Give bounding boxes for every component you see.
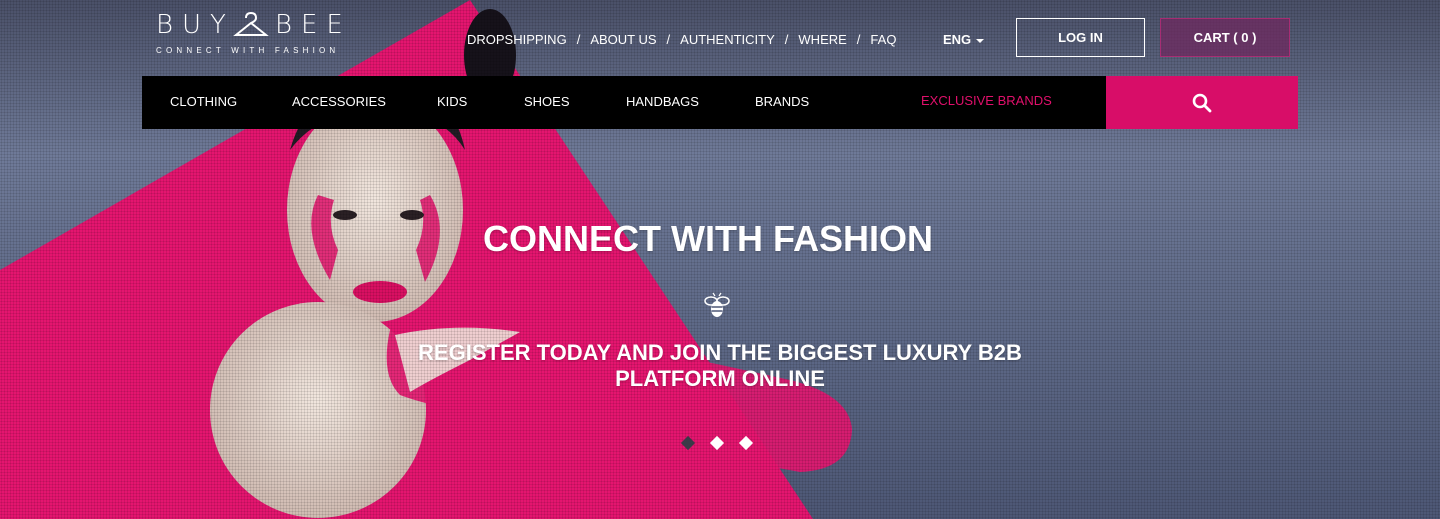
chevron-down-icon <box>976 38 985 43</box>
model-lips <box>353 281 407 303</box>
model-eye-right <box>400 210 424 220</box>
logo-tagline: CONNECT WITH FASHION <box>156 46 340 55</box>
language-label: ENG <box>943 32 972 47</box>
carousel-dots <box>680 435 754 451</box>
top-link-faq[interactable]: FAQ <box>870 32 896 47</box>
nav-item-kids[interactable]: KIDS <box>437 94 467 109</box>
search-button[interactable] <box>1106 76 1298 129</box>
link-separator: / <box>666 32 671 47</box>
carousel-dot-3[interactable] <box>738 435 754 451</box>
nav-item-brands[interactable]: BRANDS <box>755 94 809 109</box>
link-separator: / <box>576 32 581 47</box>
site-logo[interactable]: BUY BEE CONNECT WITH FASHION <box>156 10 376 55</box>
nav-item-clothing[interactable]: CLOTHING <box>170 94 237 109</box>
login-button[interactable]: LOG IN <box>1016 18 1145 57</box>
category-nav: CLOTHING ACCESSORIES KIDS SHOES HANDBAGS… <box>142 76 1106 129</box>
nav-item-shoes[interactable]: SHOES <box>524 94 570 109</box>
hero-title: CONNECT WITH FASHION <box>483 218 933 259</box>
top-link-about-us[interactable]: ABOUT US <box>590 32 656 47</box>
nav-item-handbags[interactable]: HANDBAGS <box>626 94 699 109</box>
search-icon <box>1192 93 1212 112</box>
carousel-dot-1[interactable] <box>680 435 696 451</box>
hanger-icon <box>233 11 269 36</box>
top-link-authenticity[interactable]: AUTHENTICITY <box>680 32 775 47</box>
nav-item-accessories[interactable]: ACCESSORIES <box>292 94 386 109</box>
model-eye-left <box>333 210 357 220</box>
logo-right-text: BEE <box>274 10 352 40</box>
cart-button[interactable]: CART ( 0 ) <box>1160 18 1290 57</box>
language-selector[interactable]: ENG <box>943 32 985 47</box>
link-separator: / <box>856 32 861 47</box>
hero-subtitle: REGISTER TODAY AND JOIN THE BIGGEST LUXU… <box>418 340 1022 391</box>
bee-icon <box>704 292 730 317</box>
logo-wordmark: BUY BEE <box>156 10 376 40</box>
top-link-where[interactable]: WHERE <box>798 32 846 47</box>
top-link-dropshipping[interactable]: DROPSHIPPING <box>467 32 567 47</box>
logo-left-text: BUY <box>156 10 235 40</box>
top-links: DROPSHIPPING / ABOUT US / AUTHENTICITY /… <box>467 32 896 47</box>
link-separator: / <box>784 32 789 47</box>
carousel-dot-2[interactable] <box>709 435 725 451</box>
nav-item-exclusive-brands[interactable]: EXCLUSIVE BRANDS <box>921 93 1052 108</box>
